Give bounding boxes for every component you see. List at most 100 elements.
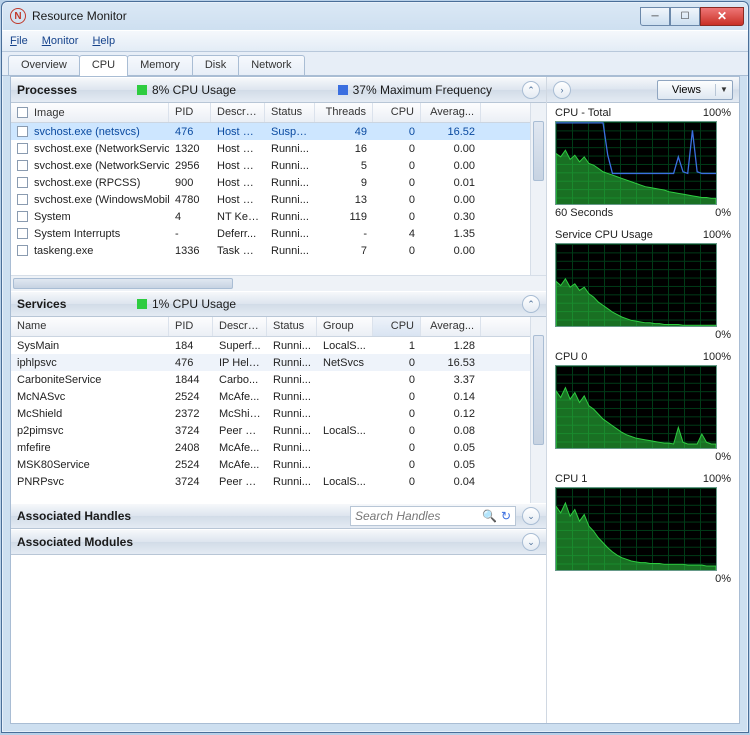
expand-modules-icon[interactable]: ⌄	[522, 533, 540, 551]
search-handles-input[interactable]: Search Handles 🔍 ↻	[350, 506, 516, 526]
green-square-icon	[137, 85, 147, 95]
chart-max: 100%	[703, 107, 731, 119]
chart-block: CPU 0100% 0%	[547, 347, 739, 469]
row-checkbox[interactable]	[17, 211, 28, 222]
services-columns[interactable]: Name PID Descrip... Status Group CPU Ave…	[11, 317, 546, 337]
menu-help[interactable]: Help	[92, 35, 115, 47]
left-pane: Processes 8% CPU Usage 37% Maximum Frequ…	[11, 77, 547, 723]
processes-title: Processes	[17, 83, 137, 97]
tab-overview[interactable]: Overview	[8, 55, 80, 75]
chart-title: CPU 1	[555, 473, 587, 485]
chart-title: CPU - Total	[555, 107, 611, 119]
processes-hscroll[interactable]	[11, 275, 546, 291]
services-scrollbar[interactable]	[530, 317, 546, 503]
services-title: Services	[17, 297, 137, 311]
search-icon[interactable]: 🔍	[482, 509, 497, 523]
table-row[interactable]: mfefire2408McAfe... Runni...00.05	[11, 439, 546, 456]
close-button[interactable]: ✕	[700, 7, 744, 26]
scrollbar-thumb[interactable]	[533, 121, 544, 181]
collapse-processes-icon[interactable]: ⌃	[522, 81, 540, 99]
table-row[interactable]: McShield2372McShie... Runni...00.12	[11, 405, 546, 422]
chart-footer-right: 0%	[715, 329, 731, 341]
row-checkbox[interactable]	[17, 160, 28, 171]
row-checkbox[interactable]	[17, 228, 28, 239]
empty-area	[11, 555, 546, 723]
services-cpu-stat: 1% CPU Usage	[137, 297, 236, 311]
table-row[interactable]: SysMain184Superf... Runni...LocalS...11.…	[11, 337, 546, 354]
refresh-icon[interactable]: ↻	[501, 509, 511, 523]
table-row[interactable]: CarboniteService1844Carbo... Runni...03.…	[11, 371, 546, 388]
table-row[interactable]: svchost.exe (RPCSS) 900Host Pr...Runni..…	[11, 174, 546, 191]
search-placeholder: Search Handles	[355, 509, 478, 523]
scrollbar-thumb[interactable]	[533, 335, 544, 445]
chart-canvas	[555, 365, 717, 449]
minimize-button[interactable]: ─	[640, 7, 670, 26]
handles-header[interactable]: Associated Handles Search Handles 🔍 ↻ ⌄	[11, 503, 546, 529]
services-header[interactable]: Services 1% CPU Usage ⌃	[11, 291, 546, 317]
chart-canvas	[555, 243, 717, 327]
chart-footer-right: 0%	[715, 207, 731, 219]
handles-title: Associated Handles	[17, 509, 137, 523]
table-row[interactable]: System 4NT Ker...Runni... 11900.30	[11, 208, 546, 225]
chart-max: 100%	[703, 351, 731, 363]
chart-block: Service CPU Usage100% 0%	[547, 225, 739, 347]
tab-bar: Overview CPU Memory Disk Network	[2, 52, 748, 76]
table-row[interactable]: svchost.exe (NetworkService) 1320Host Pr…	[11, 140, 546, 157]
select-all-checkbox[interactable]	[17, 107, 28, 118]
cpu-usage-stat: 8% CPU Usage	[137, 83, 236, 97]
right-pane-header: › Views▼	[547, 77, 739, 103]
table-row[interactable]: taskeng.exe 1336Task Sc...Runni... 700.0…	[11, 242, 546, 259]
tab-cpu[interactable]: CPU	[79, 55, 128, 76]
chart-footer-right: 0%	[715, 573, 731, 585]
modules-header[interactable]: Associated Modules ⌄	[11, 529, 546, 555]
scrollbar-thumb[interactable]	[13, 278, 233, 289]
views-button[interactable]: Views▼	[657, 80, 733, 100]
chart-block: CPU 1 100% 0%	[547, 469, 739, 591]
table-row[interactable]: svchost.exe (netsvcs) 476Host Pr...Suspe…	[11, 123, 546, 140]
chart-max: 100%	[703, 473, 731, 485]
table-row[interactable]: PNRPsvc3724Peer N... Runni...LocalS...00…	[11, 473, 546, 490]
right-pane: › Views▼ CPU - Total100% 60 Seconds0%Ser…	[547, 77, 739, 723]
chart-footer-left: 60 Seconds	[555, 207, 613, 219]
chart-title: CPU 0	[555, 351, 587, 363]
table-row[interactable]: p2pimsvc3724Peer N... Runni...LocalS...0…	[11, 422, 546, 439]
table-row[interactable]: svchost.exe (WindowsMobile) 4780Host Pr.…	[11, 191, 546, 208]
chart-canvas	[555, 487, 717, 571]
content-area: Processes 8% CPU Usage 37% Maximum Frequ…	[10, 76, 740, 724]
chart-block: CPU - Total 100% 60 Seconds 0%	[547, 103, 739, 225]
services-grid: Name PID Descrip... Status Group CPU Ave…	[11, 317, 546, 503]
row-checkbox[interactable]	[17, 245, 28, 256]
window-title: Resource Monitor	[32, 9, 127, 23]
menu-file[interactable]: File	[10, 35, 28, 47]
table-row[interactable]: iphlpsvc476IP Helper Runni...NetSvcs016.…	[11, 354, 546, 371]
processes-columns[interactable]: Image PID Descrip... Status Threads CPU …	[11, 103, 546, 123]
row-checkbox[interactable]	[17, 126, 28, 137]
table-row[interactable]: svchost.exe (NetworkService... 2956Host …	[11, 157, 546, 174]
chart-canvas	[555, 121, 717, 205]
titlebar[interactable]: N Resource Monitor ─ ☐ ✕	[2, 2, 748, 30]
table-row[interactable]: System Interrupts -Deferr...Runni... -41…	[11, 225, 546, 242]
green-square-icon	[137, 299, 147, 309]
blue-square-icon	[338, 85, 348, 95]
maximize-button[interactable]: ☐	[670, 7, 700, 26]
collapse-right-icon[interactable]: ›	[553, 81, 571, 99]
table-row[interactable]: McNASvc2524McAfe... Runni...00.14	[11, 388, 546, 405]
tab-disk[interactable]: Disk	[192, 55, 239, 75]
processes-scrollbar[interactable]	[530, 103, 546, 275]
collapse-services-icon[interactable]: ⌃	[522, 295, 540, 313]
row-checkbox[interactable]	[17, 177, 28, 188]
row-checkbox[interactable]	[17, 194, 28, 205]
table-row[interactable]: MSK80Service2524McAfe... Runni...00.05	[11, 456, 546, 473]
tab-network[interactable]: Network	[238, 55, 304, 75]
processes-header[interactable]: Processes 8% CPU Usage 37% Maximum Frequ…	[11, 77, 546, 103]
row-checkbox[interactable]	[17, 143, 28, 154]
chevron-down-icon: ▼	[716, 85, 732, 94]
menu-monitor[interactable]: Monitor	[42, 35, 79, 47]
modules-title: Associated Modules	[17, 535, 137, 549]
app-window: N Resource Monitor ─ ☐ ✕ File Monitor He…	[1, 1, 749, 733]
tab-memory[interactable]: Memory	[127, 55, 193, 75]
max-freq-stat: 37% Maximum Frequency	[338, 83, 492, 97]
app-icon: N	[10, 8, 26, 24]
chart-title: Service CPU Usage	[555, 229, 653, 241]
expand-handles-icon[interactable]: ⌄	[522, 507, 540, 525]
